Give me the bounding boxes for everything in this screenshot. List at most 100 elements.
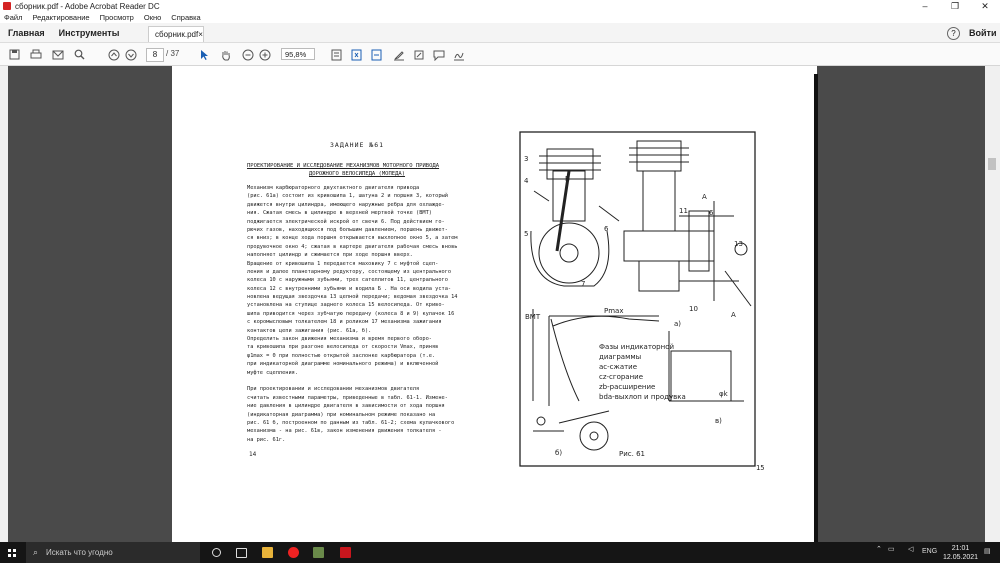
network-icon[interactable]: ▭	[888, 545, 895, 553]
file-explorer-icon[interactable]	[262, 547, 273, 558]
body-text-line: ния. Сжатая смесь в цилиндре в верхней м…	[247, 210, 432, 217]
body-text-line: считать известными параметры, приведенны…	[247, 394, 448, 401]
taskbar-clock[interactable]: 21:01 12.05.2021	[943, 544, 978, 562]
body-text-line: Механизм карбюраторного двухтактного дви…	[247, 185, 420, 191]
comment-icon[interactable]	[432, 48, 445, 61]
svg-text:A: A	[702, 193, 707, 201]
svg-text:φk: φk	[719, 390, 729, 398]
svg-text:Pmax: Pmax	[604, 307, 623, 315]
body-text-line: ние давления в цилиндре двигателя в зави…	[247, 403, 445, 410]
document-tab-label: сборник.pdf	[155, 30, 199, 39]
document-tab[interactable]: сборник.pdf ×	[148, 26, 204, 42]
menu-window[interactable]: Окно	[144, 13, 161, 22]
body-text-line: продувочное окно 4; сжатая в картере дви…	[247, 243, 458, 250]
body-text-line: ся вниз; в конце хода поршня открывается…	[247, 235, 458, 242]
svg-text:4: 4	[524, 177, 529, 185]
cortana-icon[interactable]	[212, 548, 221, 557]
close-button[interactable]: ✕	[970, 0, 1000, 12]
menu-file[interactable]: Файл	[4, 13, 22, 22]
tab-home[interactable]: Главная	[8, 28, 45, 38]
taskbar-search-placeholder: Искать что угодно	[46, 548, 113, 557]
scrollbar-thumb[interactable]	[988, 158, 996, 170]
menu-view[interactable]: Просмотр	[100, 13, 134, 22]
markup-icon[interactable]	[412, 48, 425, 61]
search-icon[interactable]	[73, 48, 86, 61]
body-text-line: φ1max = 0 при полностью открытой заслонк…	[247, 352, 436, 359]
svg-text:3: 3	[524, 155, 528, 163]
window-title: сборник.pdf - Adobe Acrobat Reader DC	[15, 1, 160, 11]
tab-tools[interactable]: Инструменты	[59, 28, 120, 38]
body-text-line: муфте сцепления.	[247, 369, 299, 376]
svg-text:в): в)	[715, 417, 722, 425]
body-text-line: (рис. 61а) состоит из кривошипа 1, шатун…	[247, 193, 448, 200]
input-language[interactable]: ENG	[922, 548, 937, 555]
rotate-icon[interactable]	[370, 48, 383, 61]
page-number-input[interactable]: 8	[146, 48, 164, 62]
app-icon[interactable]	[313, 547, 324, 558]
start-button[interactable]	[0, 542, 24, 563]
toolbar: 8 / 37 95,8%	[0, 43, 1000, 66]
zoom-in-icon[interactable]	[258, 48, 271, 61]
document-body-text: Механизм карбюраторного двухтактного дви…	[247, 184, 457, 444]
page-total: / 37	[166, 49, 180, 58]
document-tab-close-icon[interactable]: ×	[198, 30, 203, 39]
vertical-scrollbar[interactable]	[985, 66, 1000, 542]
taskbar: ⌕ Искать что угодно ⌃ ▭ ◁ ENG 21:01 12.0…	[0, 542, 1000, 563]
body-text-line: рис. 61 б, построенном по данным из табл…	[247, 419, 455, 426]
scroll-mode-icon[interactable]	[330, 48, 343, 61]
body-text-line: установлена на ступице заднего колеса 15…	[247, 302, 445, 309]
title-bar: сборник.pdf - Adobe Acrobat Reader DC – …	[0, 0, 1000, 12]
left-panel-strip[interactable]	[0, 66, 8, 542]
print-icon[interactable]	[29, 48, 42, 61]
body-text-line: рючих газов, находящихся под большим дав…	[247, 226, 448, 233]
minimize-button[interactable]: –	[910, 0, 940, 12]
subtitle-line-2: ДОРОЖНОГО ВЕЛОСИПЕДА (МОПЕДА)	[309, 170, 406, 177]
body-text-line: колеса 10 с наружными зубьями, трех сате…	[247, 277, 448, 284]
maximize-button[interactable]: ❐	[940, 0, 970, 12]
body-text-line: та кривошипа при разгоне велосипеда от с…	[247, 344, 439, 351]
nav-bar: Главная Инструменты сборник.pdf × ? Войт…	[0, 23, 1000, 43]
figure-caption: Рис. 61	[619, 450, 645, 458]
svg-text:A: A	[731, 311, 736, 319]
body-text-line	[247, 377, 457, 385]
svg-text:б): б)	[555, 449, 562, 457]
help-icon[interactable]: ?	[947, 27, 960, 40]
svg-text:6: 6	[709, 209, 714, 217]
login-button[interactable]: Войти	[969, 28, 996, 38]
body-text-line: с коромысловым толкателем 18 и роликом 1…	[247, 319, 442, 326]
body-text-line: ления и далее планетарному редуктору, со…	[247, 268, 452, 275]
taskbar-date: 12.05.2021	[943, 554, 979, 561]
select-cursor-icon[interactable]	[197, 48, 210, 61]
page-number-left: 14	[249, 451, 257, 458]
email-icon[interactable]	[51, 48, 64, 61]
acrobat-taskbar-icon[interactable]	[340, 547, 351, 558]
body-text-line: Вращение от кривошипа 1 передается махов…	[247, 260, 439, 267]
page-up-icon[interactable]	[107, 48, 120, 61]
volume-icon[interactable]: ◁	[908, 545, 913, 553]
windows-icon	[8, 548, 17, 557]
highlight-icon[interactable]	[392, 48, 405, 61]
page-edge-shadow	[814, 74, 818, 542]
save-icon[interactable]	[8, 48, 21, 61]
menu-edit[interactable]: Редактирование	[32, 13, 89, 22]
hand-icon[interactable]	[219, 48, 232, 61]
zoom-select[interactable]: 95,8%	[281, 48, 315, 60]
svg-text:ас-сжатие: ас-сжатие	[599, 363, 637, 371]
body-text-line: при индикаторной диаграмме номинального …	[247, 361, 439, 368]
svg-text:5: 5	[524, 230, 528, 238]
notifications-icon[interactable]: ▤	[984, 547, 991, 555]
svg-text:cz-сгорание: cz-сгорание	[599, 373, 643, 381]
sign-icon[interactable]	[452, 48, 465, 61]
svg-text:B: B	[565, 175, 570, 183]
yandex-browser-icon[interactable]	[288, 547, 299, 558]
task-view-icon[interactable]	[236, 548, 247, 558]
menu-help[interactable]: Справка	[171, 13, 200, 22]
svg-text:bda-выхлоп и продувка: bda-выхлоп и продувка	[599, 393, 686, 401]
page-down-icon[interactable]	[124, 48, 137, 61]
fit-page-icon[interactable]	[350, 48, 363, 61]
zoom-out-icon[interactable]	[241, 48, 254, 61]
body-text-line: поджигается электрической искрой от свеч…	[247, 218, 445, 225]
tray-arrow-icon[interactable]: ⌃	[876, 545, 882, 553]
taskbar-search[interactable]: ⌕ Искать что угодно	[26, 542, 200, 563]
body-text-line: контактов цепи зажигания (рис. 61а, б).	[247, 327, 372, 334]
